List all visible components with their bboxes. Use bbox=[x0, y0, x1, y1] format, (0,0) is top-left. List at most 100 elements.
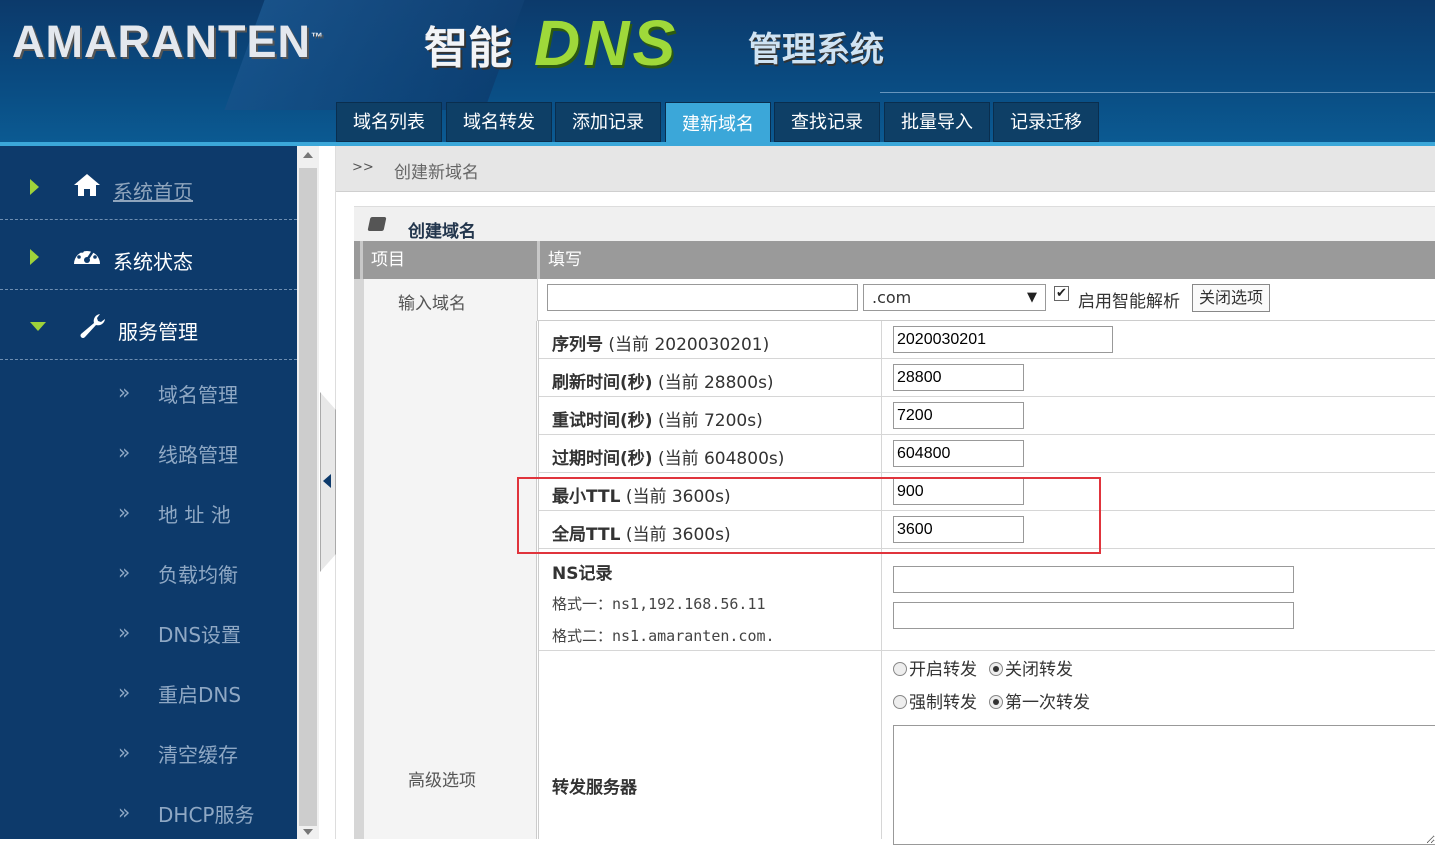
sidebar-subitem-dhcp[interactable]: » DHCP服务 bbox=[0, 781, 297, 841]
sidebar-subitem-domain-manage[interactable]: » 域名管理 bbox=[0, 361, 297, 421]
sidebar-subitem-line-manage[interactable]: » 线路管理 bbox=[0, 421, 297, 481]
table-header: 项目 填写 bbox=[354, 241, 1435, 279]
domain-input[interactable] bbox=[547, 284, 858, 311]
radio-label: 第一次转发 bbox=[1005, 693, 1090, 713]
bullet-icon: » bbox=[118, 440, 131, 464]
column-header-item: 项目 bbox=[360, 241, 534, 279]
sidebar-splitter bbox=[319, 146, 336, 839]
sidebar-subitem-label: 重启DNS bbox=[158, 683, 242, 707]
cell-divider bbox=[881, 359, 882, 396]
domain-suffix-select[interactable]: .com ▼ bbox=[863, 284, 1046, 311]
retry-input[interactable] bbox=[893, 402, 1024, 429]
smart-resolve-label: 启用智能解析 bbox=[1078, 292, 1180, 312]
title-smart: 智能 bbox=[424, 23, 512, 74]
home-icon bbox=[74, 174, 100, 196]
dashboard-icon bbox=[74, 247, 100, 264]
serial-input[interactable] bbox=[893, 326, 1113, 353]
domain-input-row: 输入域名 .com ▼ ✔ 启用智能解析 关闭选项 bbox=[354, 279, 1435, 321]
radio-circle-icon[interactable] bbox=[989, 695, 1003, 709]
sidebar-subitem-label: 域名管理 bbox=[158, 383, 238, 407]
radio-label: 强制转发 bbox=[909, 693, 977, 713]
dropdown-arrow-icon: ▼ bbox=[1027, 290, 1037, 305]
bullet-icon: » bbox=[118, 740, 131, 764]
tab-find-record[interactable]: 查找记录 bbox=[774, 102, 880, 142]
collapse-left-icon[interactable] bbox=[323, 474, 331, 488]
sidebar-subitem-label: 地 址 池 bbox=[158, 503, 231, 527]
collapse-arrow-icon bbox=[30, 322, 46, 331]
radio-force-forward[interactable]: 强制转发 bbox=[893, 688, 977, 713]
radio-circle-icon[interactable] bbox=[893, 662, 907, 676]
scrollbar-thumb[interactable] bbox=[299, 168, 317, 826]
bullet-icon: » bbox=[118, 500, 131, 524]
ns-input-2[interactable] bbox=[893, 602, 1294, 629]
table-row-ns: NS记录 格式一：ns1,192.168.56.11 格式二：ns1.amara… bbox=[539, 549, 1435, 651]
close-options-button[interactable]: 关闭选项 bbox=[1192, 284, 1270, 312]
sidebar-subitem-load-balance[interactable]: » 负载均衡 bbox=[0, 541, 297, 601]
table-row-serial: 序列号 (当前 2020030201) bbox=[539, 321, 1435, 359]
retry-label-group: 重试时间(秒) (当前 7200s) bbox=[552, 406, 763, 431]
table-row-retry: 重试时间(秒) (当前 7200s) bbox=[539, 397, 1435, 435]
forward-servers-textarea[interactable] bbox=[893, 725, 1435, 845]
cell-divider bbox=[881, 549, 882, 650]
ns-input-1[interactable] bbox=[893, 566, 1294, 593]
smart-resolve-checkbox[interactable]: ✔ bbox=[1054, 286, 1069, 301]
cell-divider bbox=[537, 279, 538, 321]
radio-first-forward[interactable]: 第一次转发 bbox=[989, 688, 1090, 713]
sidebar-item-service[interactable]: 服务管理 bbox=[0, 292, 297, 360]
expire-label: 过期时间(秒) bbox=[552, 449, 653, 469]
serial-label-group: 序列号 (当前 2020030201) bbox=[552, 330, 769, 355]
ns-format2: 格式二：ns1.amaranten.com. bbox=[552, 627, 775, 645]
bullet-icon: » bbox=[118, 560, 131, 584]
breadcrumb: >> 创建新域名 bbox=[336, 146, 1435, 192]
cell-divider bbox=[881, 435, 882, 472]
cell-divider bbox=[881, 397, 882, 434]
radio-disable-forward[interactable]: 关闭转发 bbox=[989, 655, 1073, 680]
retry-hint: (当前 7200s) bbox=[657, 411, 763, 431]
tab-domain-list[interactable]: 域名列表 bbox=[336, 102, 442, 142]
sidebar-item-status[interactable]: 系统状态 bbox=[0, 222, 297, 290]
sidebar-subitem-address-pool[interactable]: » 地 址 池 bbox=[0, 481, 297, 541]
radio-enable-forward[interactable]: 开启转发 bbox=[893, 655, 977, 680]
sidebar-subitem-restart-dns[interactable]: » 重启DNS bbox=[0, 661, 297, 721]
expire-hint: (当前 604800s) bbox=[657, 449, 785, 469]
tab-batch-import[interactable]: 批量导入 bbox=[884, 102, 990, 142]
ttl-highlight-box bbox=[517, 477, 1101, 554]
expand-arrow-icon bbox=[30, 179, 39, 195]
scroll-up-icon[interactable] bbox=[303, 152, 313, 158]
sidebar-item-label[interactable]: 系统首页 bbox=[113, 176, 193, 205]
breadcrumb-current: 创建新域名 bbox=[394, 163, 479, 183]
suffix-value: .com bbox=[872, 288, 912, 307]
refresh-input[interactable] bbox=[893, 364, 1024, 391]
tab-record-migrate[interactable]: 记录迁移 bbox=[993, 102, 1099, 142]
table-row-forward: 转发服务器 开启转发 关闭转发 强制转发 第一次转发 bbox=[539, 651, 1435, 845]
expire-label-group: 过期时间(秒) (当前 604800s) bbox=[552, 444, 784, 469]
sidebar-item-home[interactable]: 系统首页 bbox=[0, 152, 297, 220]
scroll-down-icon[interactable] bbox=[303, 829, 313, 835]
section-title: 创建域名 bbox=[408, 222, 476, 242]
sidebar-subitem-label: 负载均衡 bbox=[158, 563, 238, 587]
book-icon bbox=[367, 217, 387, 231]
title-dns: DNS bbox=[534, 7, 679, 79]
serial-label: 序列号 bbox=[552, 335, 603, 355]
sidebar-subitem-clear-cache[interactable]: » 清空缓存 bbox=[0, 721, 297, 781]
section-header: 创建域名 bbox=[354, 206, 1435, 242]
sidebar-subitem-dns-settings[interactable]: » DNS设置 bbox=[0, 601, 297, 661]
tab-new-domain[interactable]: 建新域名 bbox=[665, 102, 771, 144]
expire-input[interactable] bbox=[893, 440, 1024, 467]
breadcrumb-separator: >> bbox=[352, 160, 374, 175]
radio-label: 开启转发 bbox=[909, 660, 977, 680]
refresh-hint: (当前 28800s) bbox=[657, 373, 774, 393]
radio-circle-icon[interactable] bbox=[893, 695, 907, 709]
table-row-refresh: 刷新时间(秒) (当前 28800s) bbox=[539, 359, 1435, 397]
sidebar-scrollbar[interactable] bbox=[297, 146, 319, 839]
brand-logo: AMARANTEN™ bbox=[12, 16, 324, 67]
bullet-icon: » bbox=[118, 620, 131, 644]
ns-label: NS记录 bbox=[552, 564, 613, 584]
domain-label: 输入域名 bbox=[398, 294, 466, 314]
tab-domain-forward[interactable]: 域名转发 bbox=[446, 102, 552, 142]
radio-circle-icon[interactable] bbox=[989, 662, 1003, 676]
tab-add-record[interactable]: 添加记录 bbox=[555, 102, 661, 142]
bullet-icon: » bbox=[118, 800, 131, 824]
wrench-icon bbox=[80, 314, 105, 338]
advanced-options-table: 序列号 (当前 2020030201) 刷新时间(秒) (当前 28800s) … bbox=[538, 321, 1435, 845]
